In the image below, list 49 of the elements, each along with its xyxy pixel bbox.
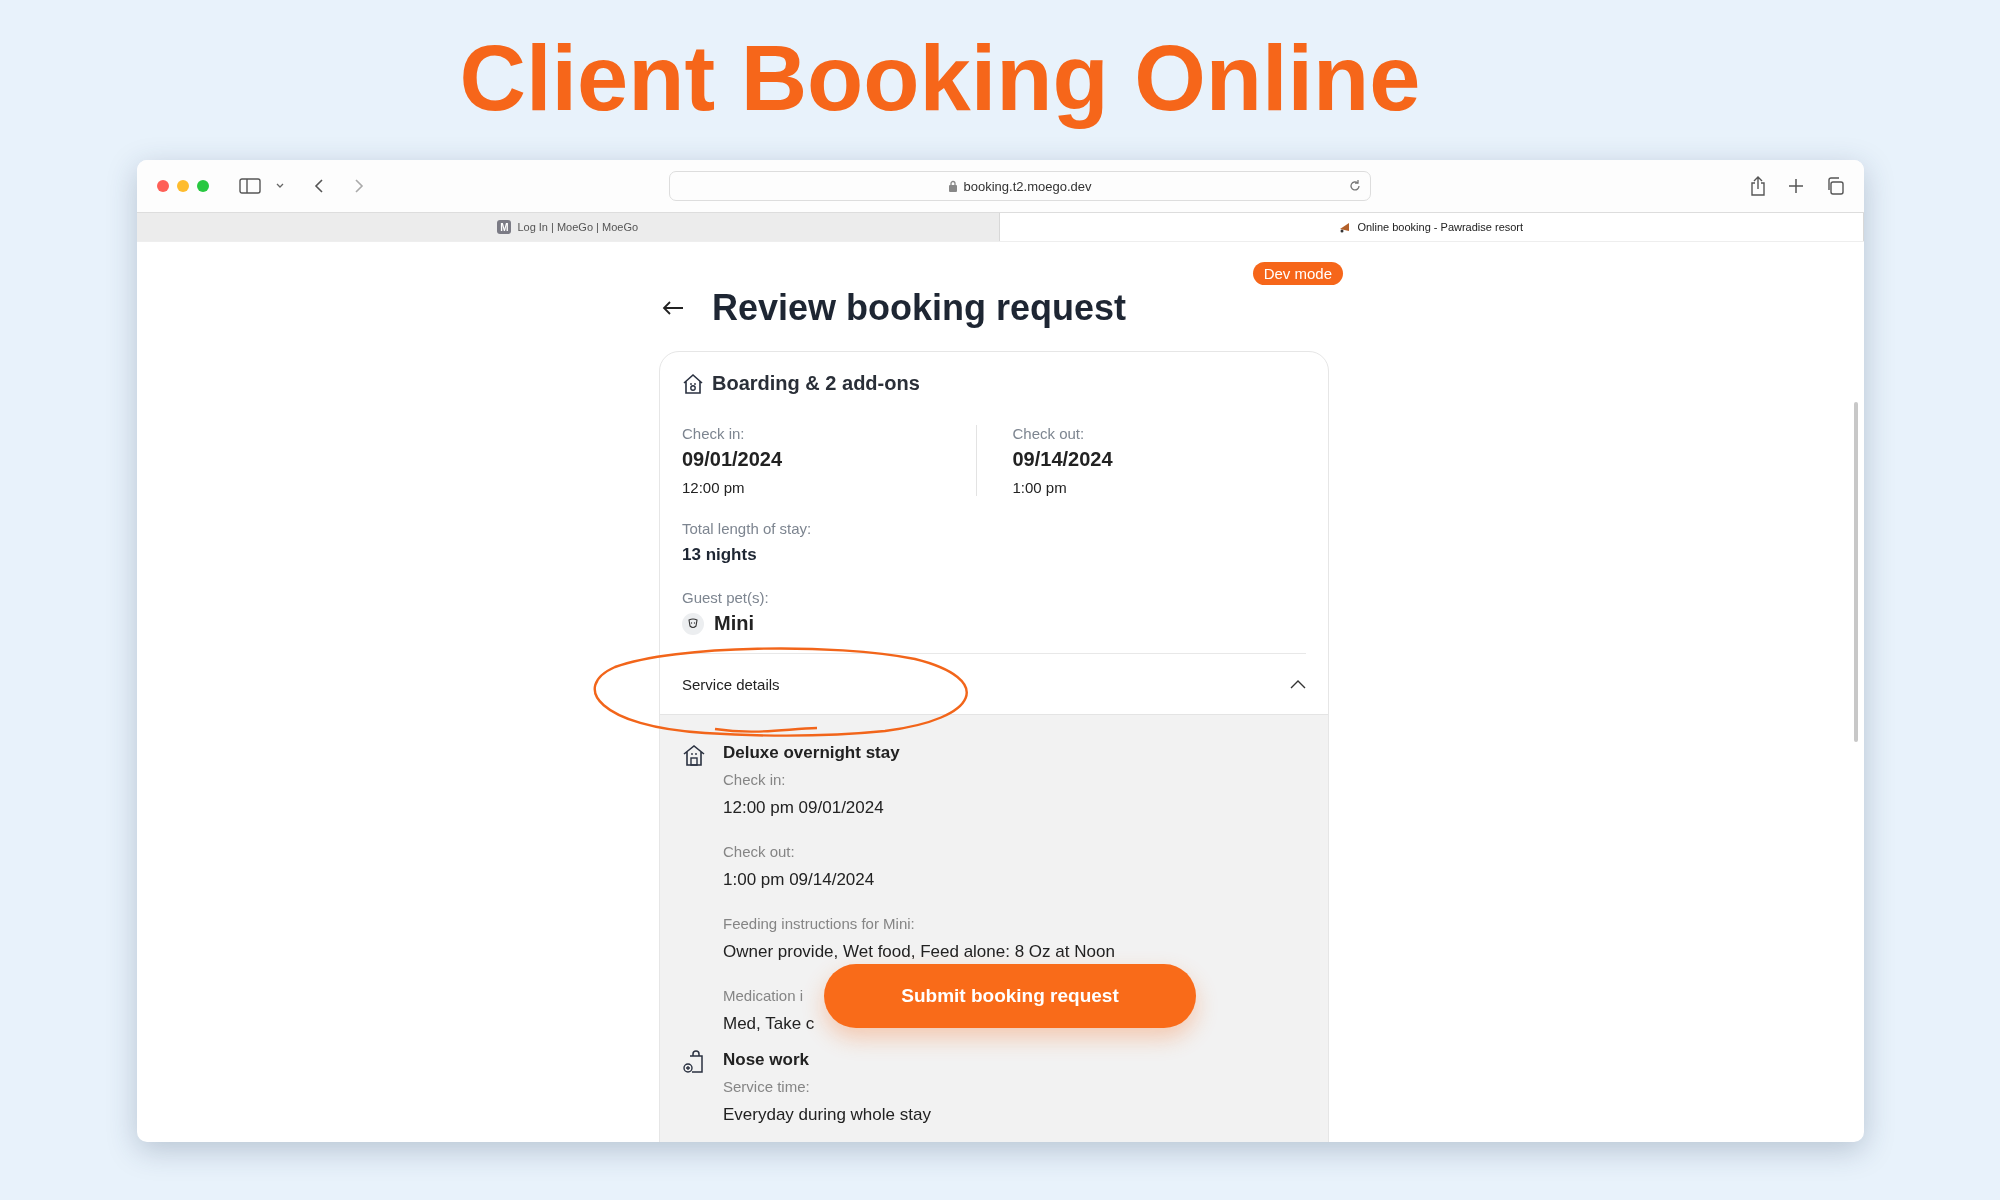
field-value: Owner provide, Wet food, Feed alone: 8 Oz at Noon bbox=[723, 942, 1115, 962]
sidebar-icon[interactable] bbox=[238, 178, 261, 194]
dev-mode-badge: Dev mode bbox=[1252, 262, 1343, 285]
service-name: Nose work bbox=[723, 1050, 810, 1070]
check-out-time: 1:00 pm bbox=[1012, 479, 1068, 496]
caret-icon[interactable] bbox=[274, 182, 285, 190]
field-label: Service time: bbox=[723, 1078, 810, 1095]
house-icon bbox=[682, 743, 706, 767]
url-text: booking.t2.moego.dev bbox=[963, 178, 1092, 194]
check-out-label: Check out: bbox=[1012, 425, 1086, 442]
close-icon[interactable] bbox=[156, 180, 169, 192]
stay-length: 13 nights bbox=[682, 545, 758, 565]
browser-tab[interactable]: M Log In | MoeGo | MoeGo bbox=[136, 213, 1000, 241]
page-title: Client Booking Online bbox=[459, 28, 1421, 131]
booking-title: Boarding & 2 add-ons bbox=[712, 372, 920, 395]
dog-avatar-icon bbox=[682, 612, 704, 635]
back-icon[interactable] bbox=[312, 178, 325, 194]
plus-icon[interactable] bbox=[1787, 178, 1804, 194]
field-label: Feeding instructions for Mini: bbox=[723, 915, 915, 932]
field-value: Med, Take c bbox=[723, 1014, 815, 1034]
check-in-date: 09/01/2024 bbox=[682, 448, 784, 471]
zoom-icon[interactable] bbox=[196, 180, 209, 192]
field-value: Everyday during whole stay bbox=[723, 1105, 931, 1125]
field-label: Check out: bbox=[723, 843, 795, 860]
forward-icon[interactable] bbox=[352, 178, 365, 194]
check-in-time: 12:00 pm bbox=[682, 479, 746, 496]
stay-label: Total length of stay: bbox=[682, 520, 813, 537]
reload-icon[interactable] bbox=[1347, 179, 1362, 193]
service-name: Deluxe overnight stay bbox=[723, 743, 901, 763]
field-label: Medication i bbox=[723, 987, 804, 1004]
field-label: Check in: bbox=[723, 771, 786, 788]
scrollbar[interactable] bbox=[1853, 402, 1858, 742]
field-value: 1:00 pm 09/14/2024 bbox=[723, 870, 875, 890]
lock-icon bbox=[947, 180, 958, 192]
back-arrow-icon[interactable] bbox=[662, 300, 684, 316]
check-out-date: 09/14/2024 bbox=[1012, 448, 1114, 471]
address-bar[interactable]: booking.t2.moego.dev bbox=[668, 171, 1371, 201]
house-icon bbox=[682, 372, 704, 395]
page-heading: Review booking request bbox=[712, 287, 1127, 329]
favicon-icon bbox=[1339, 221, 1352, 233]
pet-name: Mini bbox=[714, 612, 754, 635]
pets-label: Guest pet(s): bbox=[682, 589, 770, 606]
bag-plus-icon bbox=[682, 1050, 706, 1074]
field-value: 12:00 pm 09/01/2024 bbox=[723, 798, 884, 818]
check-in-label: Check in: bbox=[682, 425, 746, 442]
tabs-icon[interactable] bbox=[1825, 177, 1844, 195]
chevron-icon bbox=[1290, 679, 1306, 689]
share-icon[interactable] bbox=[1749, 176, 1766, 196]
favicon-icon: M bbox=[497, 220, 512, 234]
